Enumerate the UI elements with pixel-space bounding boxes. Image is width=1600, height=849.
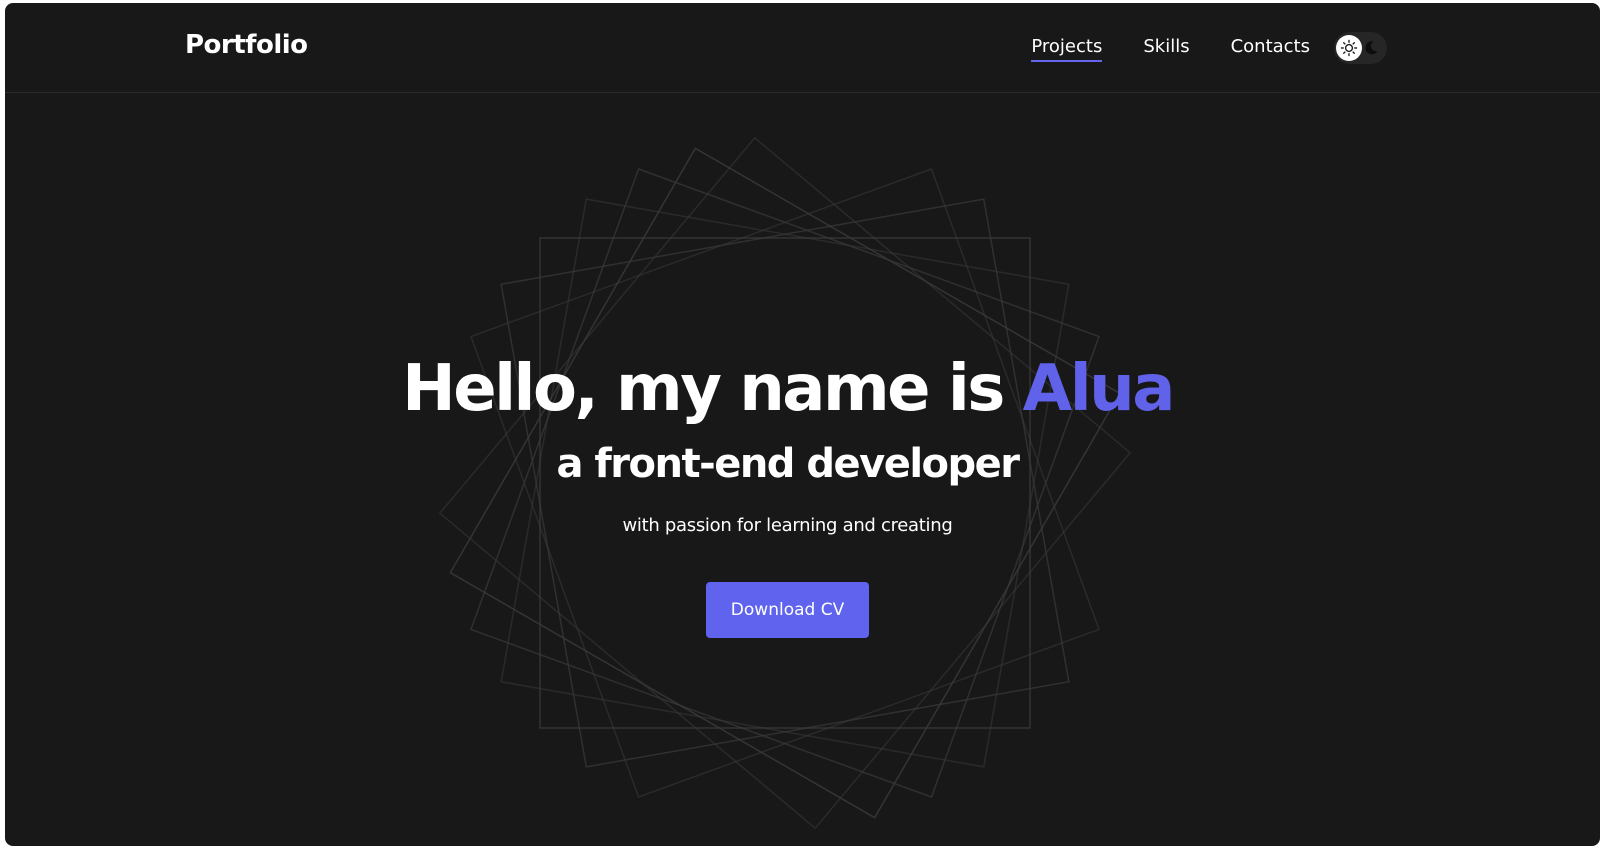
toggle-knob [1336, 35, 1362, 61]
theme-toggle[interactable] [1334, 32, 1387, 64]
hero-section: Hello, my name is Alua a front-end devel… [5, 352, 1570, 638]
app-window: Portfolio Projects Skills Contacts Hello… [5, 3, 1600, 846]
nav-links: Projects Skills Contacts [1031, 36, 1310, 62]
nav-link-contacts[interactable]: Contacts [1231, 36, 1310, 62]
download-cv-button[interactable]: Download CV [706, 581, 869, 638]
hero-subtitle: a front-end developer [556, 440, 1020, 487]
hero-name: Alua [1022, 352, 1176, 426]
hero-tagline: with passion for learning and creating [622, 514, 953, 536]
nav-link-projects[interactable]: Projects [1031, 36, 1103, 62]
hero-greeting: Hello, my name is [402, 352, 1023, 426]
sun-icon [1340, 39, 1358, 57]
hero-title: Hello, my name is Alua [5, 352, 1570, 427]
logo[interactable]: Portfolio [185, 30, 308, 60]
moon-icon [1365, 41, 1378, 55]
navbar: Portfolio Projects Skills Contacts [5, 3, 1600, 93]
nav-link-skills[interactable]: Skills [1143, 36, 1189, 62]
